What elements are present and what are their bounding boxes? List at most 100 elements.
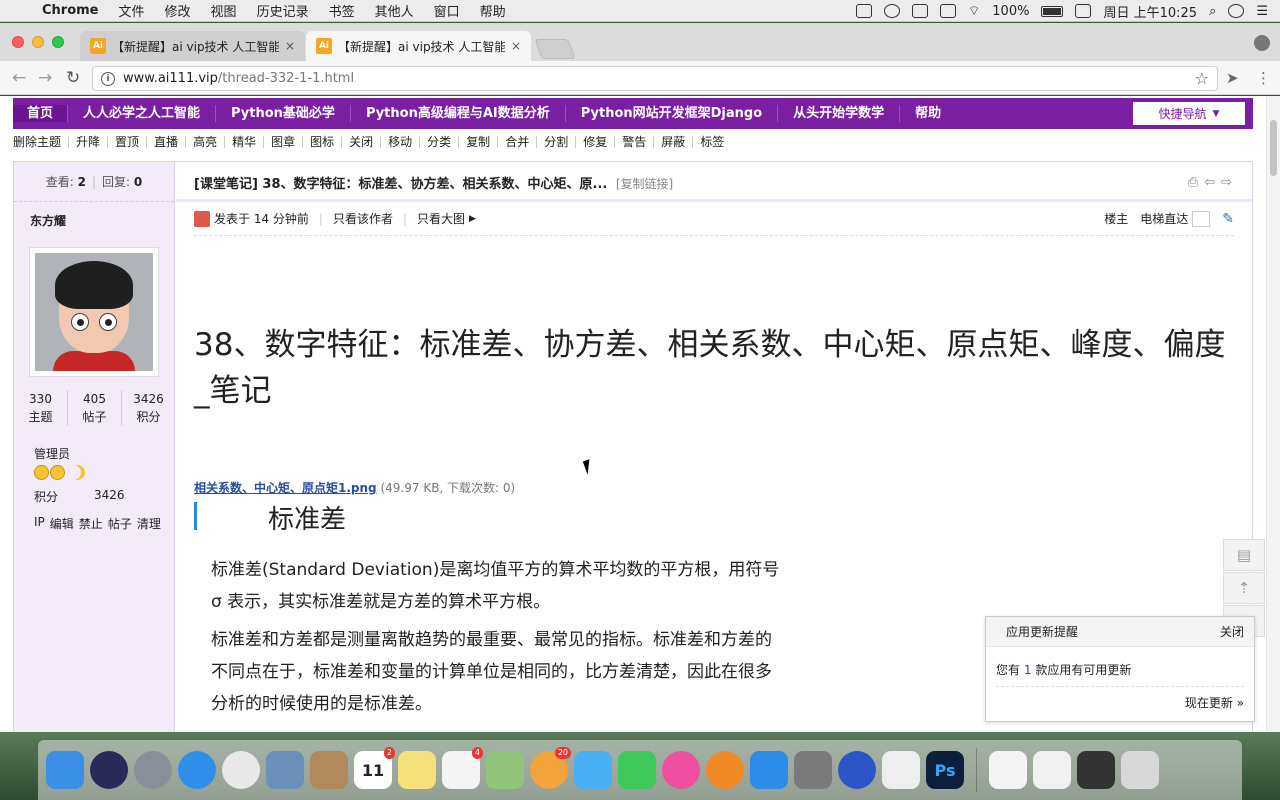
document-icon[interactable] [989,751,1027,789]
mod-icon[interactable]: 图标 [303,136,343,148]
screen-ps-icon[interactable] [1077,751,1115,789]
tab-1[interactable]: Ai 【新提醒】ai vip技术 人工智能 × [80,31,305,61]
mod-warn[interactable]: 警告 [615,136,655,148]
mod-bump[interactable]: 升降 [69,136,109,148]
trash-icon[interactable] [1121,751,1159,789]
back-arrow-icon[interactable]: ← [12,68,26,88]
attachment-link[interactable]: 相关系数、中心矩、原点矩1.png [194,481,377,495]
scrollbar-thumb[interactable] [1270,120,1277,176]
wechat-icon[interactable] [884,4,901,18]
textedit-icon[interactable] [882,751,920,789]
nav-python-advanced[interactable]: Python高级编程与AI数据分析 [351,105,566,122]
only-author-link[interactable]: 只看该作者 [333,210,393,227]
close-window-button[interactable] [12,36,24,48]
mod-stamp[interactable]: 图章 [264,136,304,148]
nav-help[interactable]: 帮助 [900,105,956,122]
admin-ban-link[interactable]: 禁止 [79,515,103,532]
minimize-window-button[interactable] [32,36,44,48]
profile-icon[interactable] [1254,35,1270,51]
admin-ip-link[interactable]: IP [34,515,45,532]
reload-icon[interactable]: ↻ [66,68,80,88]
mod-highlight[interactable]: 高亮 [186,136,226,148]
admin-posts-link[interactable]: 帖子 [108,515,132,532]
close-tab-icon[interactable]: × [285,39,295,53]
mod-stick[interactable]: 置顶 [108,136,148,148]
copy-link[interactable]: [复制链接] [616,177,673,191]
menu-help[interactable]: 帮助 [480,1,506,20]
finder-icon[interactable] [46,751,84,789]
mail-stamp-icon[interactable] [266,751,304,789]
mod-repair[interactable]: 修复 [576,136,616,148]
document-2-icon[interactable] [1033,751,1071,789]
print-icon[interactable]: ⎙ [1188,175,1198,190]
clock[interactable]: 周日 上午10:25 [1103,2,1197,21]
notes-icon[interactable] [398,751,436,789]
user-avatar-icon[interactable] [1228,4,1245,18]
nav-django[interactable]: Python网站开发框架Django [566,105,779,122]
zoom-window-button[interactable] [52,36,64,48]
author-role[interactable]: 管理员 [34,445,70,462]
menu-app-name[interactable]: Chrome [42,3,99,18]
extension-icon[interactable]: ➤ [1226,69,1239,87]
app-store-icon[interactable] [750,751,788,789]
nav-python-basics[interactable]: Python基础必学 [216,105,351,122]
menu-window[interactable]: 窗口 [434,1,460,20]
mod-tags[interactable]: 标签 [693,136,731,148]
tab-2-active[interactable]: Ai 【新提醒】ai vip技术 人工智能 × [306,31,531,61]
mod-delete[interactable]: 删除主题 [13,136,70,148]
count-points[interactable]: 3426 积分 [122,390,175,426]
page-scrollbar[interactable] [1266,96,1280,732]
siri-icon[interactable] [90,751,128,789]
mod-ban[interactable]: 屏蔽 [654,136,694,148]
reply-bubble-icon[interactable]: ▤ [1223,539,1265,571]
nav-ai[interactable]: 人人必学之人工智能 [68,105,217,122]
admin-clean-link[interactable]: 清理 [137,515,161,532]
mod-live[interactable]: 直播 [147,136,187,148]
wifi-icon[interactable]: ⌔ [968,3,980,19]
author-name[interactable]: 东方耀 [14,202,174,238]
notice-close-button[interactable]: 关闭 [1220,623,1244,640]
messages-icon[interactable] [574,751,612,789]
mod-digest[interactable]: 精华 [225,136,265,148]
menu-file[interactable]: 文件 [119,1,145,20]
menu-bookmarks[interactable]: 书签 [329,1,355,20]
facetime-icon[interactable] [618,751,656,789]
mod-move[interactable]: 移动 [381,136,421,148]
menu-history[interactable]: 历史记录 [257,1,309,20]
avatar[interactable] [29,247,159,377]
only-big-image-link[interactable]: 只看大图 [417,210,465,227]
status-app-icon[interactable] [1075,4,1092,18]
site-info-icon[interactable]: i [101,71,115,86]
input-method-icon[interactable] [940,4,957,18]
ibooks-icon[interactable] [706,751,744,789]
forward-arrow-icon[interactable]: → [38,68,52,88]
new-tab-button[interactable] [534,39,576,59]
microphone-icon[interactable] [912,4,929,18]
mod-category[interactable]: 分类 [420,136,460,148]
photoshop-icon[interactable]: Ps [926,751,964,789]
launchpad-icon[interactable] [134,751,172,789]
safari-icon[interactable] [178,751,216,789]
next-thread-icon[interactable]: ⇨ [1221,175,1232,190]
menu-edit[interactable]: 修改 [165,1,191,20]
reminders-icon[interactable]: 4 [442,747,483,789]
mod-copy[interactable]: 复制 [459,136,499,148]
quick-nav-button[interactable]: 快捷导航 ▼ [1133,102,1245,125]
screenflow-icon[interactable] [838,751,876,789]
floor-jump-input[interactable] [1192,210,1211,227]
count-posts[interactable]: 405 帖子 [68,390,122,426]
nav-math[interactable]: 从头开始学数学 [778,105,901,122]
system-preferences-icon[interactable] [794,751,832,789]
mod-split[interactable]: 分割 [537,136,577,148]
update-now-link[interactable]: 现在更新 » [1185,696,1244,710]
notification-center-icon[interactable]: ☰ [1256,4,1268,19]
menu-view[interactable]: 视图 [211,1,237,20]
mod-merge[interactable]: 合并 [498,136,538,148]
spotlight-icon[interactable]: ⌕ [1209,4,1216,19]
admin-edit-link[interactable]: 编辑 [50,515,74,532]
battery-icon[interactable] [1041,5,1064,17]
maps-icon[interactable] [486,751,524,789]
menu-people[interactable]: 其他人 [375,1,414,20]
contacts-icon[interactable] [310,751,348,789]
back-to-top-icon[interactable]: ⇡ [1223,572,1265,604]
